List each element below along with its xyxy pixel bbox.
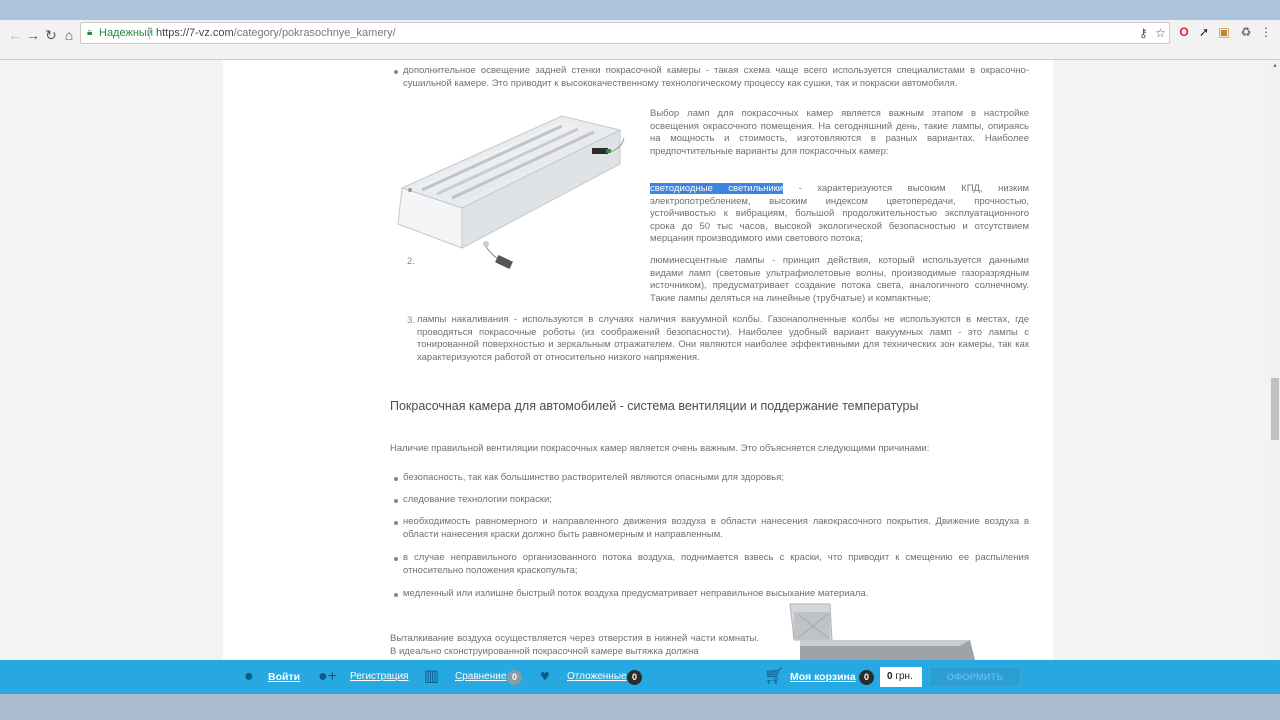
- address-separator: [149, 27, 150, 39]
- cart-count-badge: 0: [859, 670, 874, 685]
- bookmark-star-icon[interactable]: ☆: [1155, 23, 1166, 43]
- bullet-dot: [394, 499, 398, 503]
- cart-total: 0 грн.: [880, 667, 922, 687]
- compare-link[interactable]: Сравнение: [455, 660, 506, 694]
- cart-total-currency: грн.: [892, 671, 913, 682]
- login-link[interactable]: Войти: [268, 660, 300, 694]
- reason-item: необходимость равномерного и направленно…: [403, 516, 1029, 540]
- reason-item: в случае неправильного организованного п…: [403, 552, 1029, 576]
- bullet-dot: [394, 521, 398, 525]
- heart-icon: ♥: [540, 668, 550, 685]
- register-link[interactable]: Регистрация: [350, 660, 408, 694]
- deferred-link[interactable]: Отложенные: [567, 660, 627, 694]
- recycle-icon[interactable]: ♻: [1238, 24, 1254, 40]
- selected-text-led[interactable]: светодиодные светильники: [650, 183, 784, 194]
- lamp-type-led: светодиодные светильники - характеризуют…: [650, 183, 1029, 246]
- bullet-dot: [394, 593, 398, 597]
- box-extension-icon[interactable]: ▣: [1216, 24, 1232, 40]
- ventilation-duct-image: [789, 603, 975, 660]
- list-number-3: 3.: [407, 315, 415, 326]
- bullet-dot: [394, 557, 398, 561]
- tab-strip: [0, 0, 1280, 20]
- browser-toolbar: ← → ↻ ⌂ 🔒︎ Надежный https://7-vz.com/cat…: [0, 20, 1280, 60]
- lamp-type-fluorescent: люминесцентные лампы - принцип действия,…: [650, 255, 1029, 304]
- bullet-dot: [394, 477, 398, 481]
- reason-item: медленный или излишне быстрый поток возд…: [403, 588, 869, 599]
- page-scrollbar[interactable]: [1270, 60, 1280, 694]
- bullet-rear-lighting: дополнительное освещение задней стенки п…: [403, 65, 1029, 89]
- reason-item: следование технологии покраски;: [403, 494, 552, 505]
- list-number-2: 2.: [407, 256, 415, 267]
- bottom-frame: [0, 694, 1270, 720]
- ventilation-intro: Наличие правильной вентиляции покрасочны…: [390, 443, 930, 454]
- cart-icon: 🛒︎: [764, 668, 785, 685]
- cart-link[interactable]: Моя корзина: [790, 660, 856, 694]
- opera-icon[interactable]: O: [1176, 24, 1192, 40]
- reload-icon[interactable]: ↻: [42, 25, 60, 45]
- compare-count-badge: 0: [507, 670, 522, 685]
- cursor-extension-icon[interactable]: ➚: [1196, 24, 1212, 40]
- key-icon[interactable]: ⚷: [1139, 23, 1148, 43]
- home-icon[interactable]: ⌂: [60, 25, 78, 45]
- security-label: Надежный: [99, 27, 153, 39]
- scroll-up-arrow-icon[interactable]: ▲: [1271, 61, 1279, 71]
- menu-icon[interactable]: ⋮: [1258, 24, 1274, 40]
- lamp-choice-intro: Выбор ламп для покрасочных камер являетс…: [650, 108, 1029, 157]
- scroll-thumb[interactable]: [1271, 378, 1279, 440]
- lock-icon: 🔒︎: [87, 27, 93, 38]
- url-host: https://7-vz.com: [156, 27, 234, 39]
- lamp-type-incandescent: лампы накаливания - используются в случа…: [417, 314, 1029, 363]
- forward-arrow-icon[interactable]: →: [24, 25, 42, 45]
- site-bottom-bar: ● Войти ●+ Регистрация ▥ Сравнение 0 ♥ О…: [0, 660, 1280, 694]
- add-user-icon: ●+: [318, 668, 338, 685]
- url-text: https://7-vz.com/category/pokrasochnye_k…: [156, 23, 396, 43]
- compare-chart-icon: ▥: [424, 668, 440, 685]
- back-arrow-icon[interactable]: ←: [6, 25, 24, 45]
- user-icon: ●: [244, 668, 254, 685]
- url-path: /category/pokrasochnye_kamery/: [233, 27, 396, 39]
- exhaust-paragraph: Выталкивание воздуха осуществляется чере…: [390, 633, 759, 657]
- address-bar[interactable]: 🔒︎ Надежный https://7-vz.com/category/po…: [80, 22, 1170, 44]
- reason-item: безопасность, так как большинство раство…: [403, 472, 784, 483]
- led-lamp-image: [397, 115, 625, 270]
- checkout-button[interactable]: ОФОРМИТЬ: [929, 667, 1021, 687]
- deferred-count-badge: 0: [627, 670, 642, 685]
- bullet-dot: [394, 70, 398, 74]
- section-heading-ventilation: Покрасочная камера для автомобилей - сис…: [390, 399, 919, 413]
